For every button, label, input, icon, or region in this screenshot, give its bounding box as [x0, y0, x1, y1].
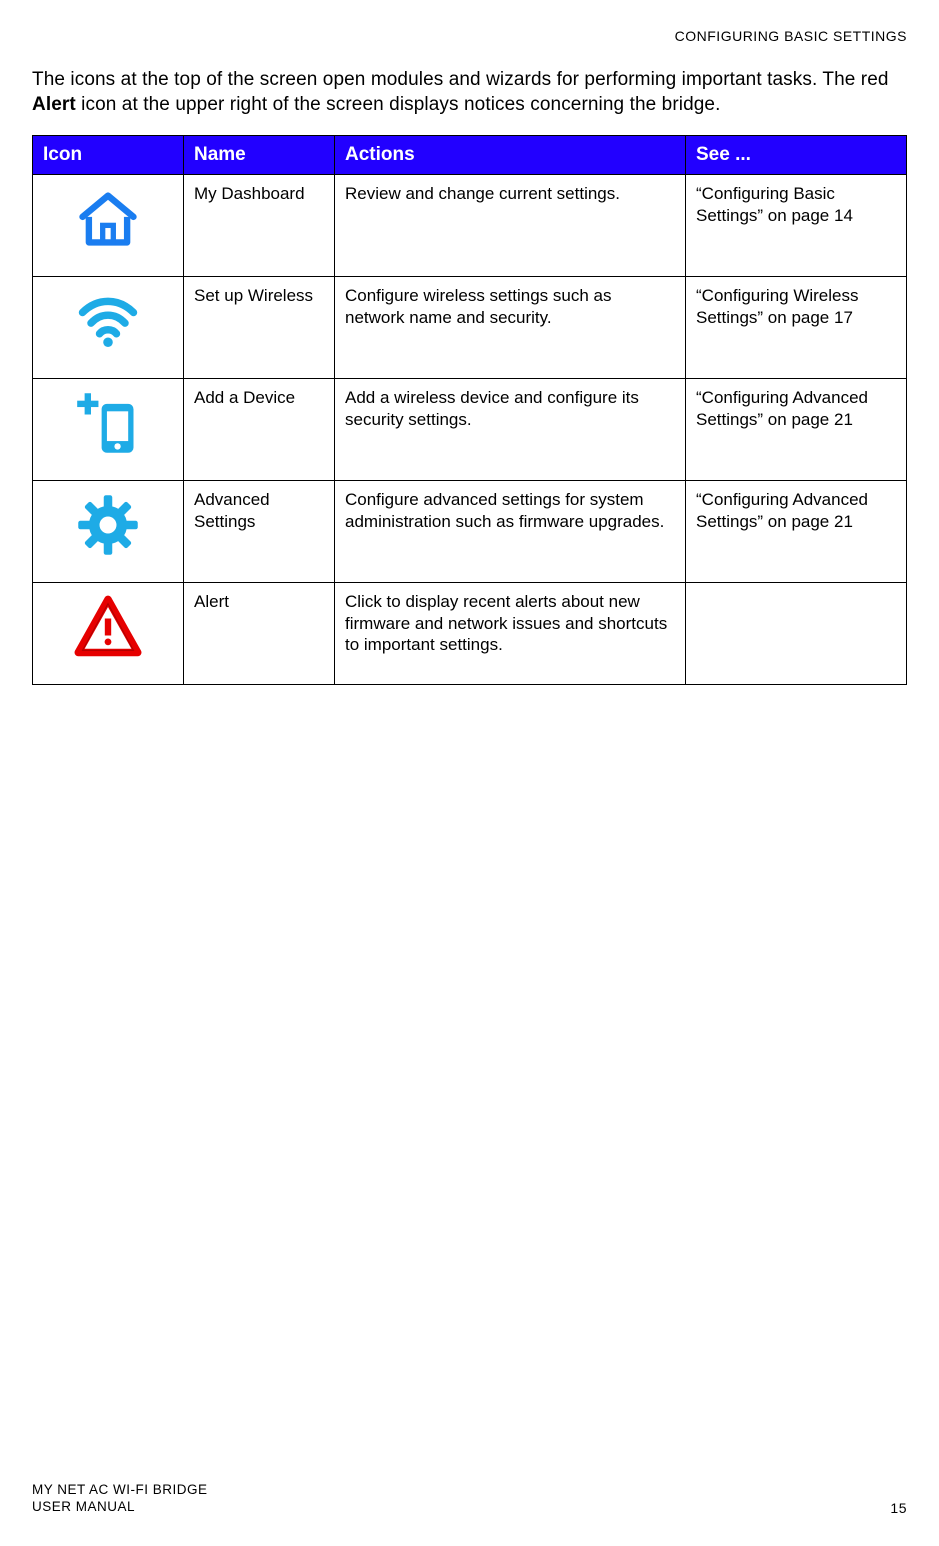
- th-see: See ...: [686, 136, 907, 175]
- table-row: Alert Click to display recent alerts abo…: [33, 583, 907, 685]
- th-icon: Icon: [33, 136, 184, 175]
- gear-icon: [74, 491, 142, 559]
- add-device-icon: [74, 389, 142, 457]
- table-row: Set up Wireless Configure wireless setti…: [33, 277, 907, 379]
- intro-paragraph: The icons at the top of the screen open …: [32, 68, 907, 117]
- cell-name: Add a Device: [184, 379, 335, 481]
- intro-text-2: icon at the upper right of the screen di…: [76, 94, 721, 115]
- table-row: Add a Device Add a wireless device and c…: [33, 379, 907, 481]
- cell-see: [686, 583, 907, 685]
- cell-actions: Review and change current settings.: [335, 175, 686, 277]
- cell-icon: [33, 175, 184, 277]
- cell-icon: [33, 277, 184, 379]
- th-name: Name: [184, 136, 335, 175]
- cell-see: “Configuring Wireless Settings” on page …: [686, 277, 907, 379]
- home-icon: [74, 185, 142, 253]
- cell-see: “Configuring Advanced Settings” on page …: [686, 481, 907, 583]
- wifi-icon: [74, 287, 142, 355]
- table-row: Advanced Settings Configure advanced set…: [33, 481, 907, 583]
- cell-icon: [33, 583, 184, 685]
- cell-see: “Configuring Advanced Settings” on page …: [686, 379, 907, 481]
- page: CONFIGURING BASIC SETTINGS The icons at …: [0, 0, 939, 1546]
- footer-product: MY NET AC WI-FI BRIDGE: [32, 1481, 208, 1499]
- cell-name: My Dashboard: [184, 175, 335, 277]
- cell-name: Alert: [184, 583, 335, 685]
- cell-actions: Click to display recent alerts about new…: [335, 583, 686, 685]
- cell-actions: Configure advanced settings for system a…: [335, 481, 686, 583]
- footer-left: MY NET AC WI-FI BRIDGE USER MANUAL: [32, 1481, 208, 1516]
- intro-text-1: The icons at the top of the screen open …: [32, 69, 889, 90]
- icon-table: Icon Name Actions See ... My Dashboard R…: [32, 135, 907, 685]
- cell-name: Advanced Settings: [184, 481, 335, 583]
- footer-doc: USER MANUAL: [32, 1498, 208, 1516]
- cell-see: “Configuring Basic Settings” on page 14: [686, 175, 907, 277]
- cell-actions: Add a wireless device and configure its …: [335, 379, 686, 481]
- cell-name: Set up Wireless: [184, 277, 335, 379]
- cell-icon: [33, 379, 184, 481]
- intro-bold-alert: Alert: [32, 94, 76, 115]
- alert-icon: [74, 593, 142, 661]
- table-row: My Dashboard Review and change current s…: [33, 175, 907, 277]
- th-actions: Actions: [335, 136, 686, 175]
- page-footer: MY NET AC WI-FI BRIDGE USER MANUAL 15: [32, 1481, 907, 1516]
- page-number: 15: [890, 1500, 907, 1516]
- cell-actions: Configure wireless settings such as netw…: [335, 277, 686, 379]
- table-header-row: Icon Name Actions See ...: [33, 136, 907, 175]
- section-header: CONFIGURING BASIC SETTINGS: [675, 28, 907, 44]
- cell-icon: [33, 481, 184, 583]
